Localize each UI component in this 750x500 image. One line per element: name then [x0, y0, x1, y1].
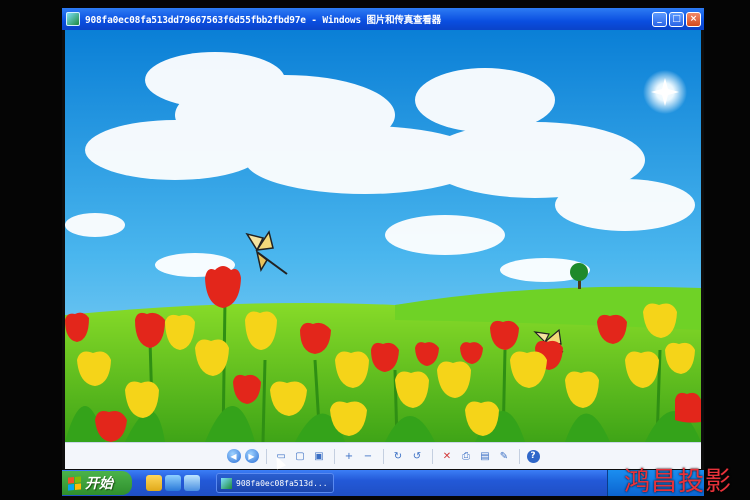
minimize-button[interactable]: _	[652, 11, 667, 27]
taskbar: 开始 908fa0ec08fa513d...	[62, 470, 704, 496]
viewer-toolbar: ◀ ▶ ▭ ▢ ▣ + − ↻ ↺ ✕ ⎙ ▤ ✎ ?	[65, 442, 701, 469]
delete-button[interactable]: ✕	[440, 449, 455, 464]
save-button[interactable]: ▤	[478, 449, 493, 464]
toolbar-divider	[431, 448, 433, 464]
start-label: 开始	[85, 476, 113, 492]
taskbar-item-image-viewer[interactable]: 908fa0ec08fa513d...	[216, 473, 334, 493]
image-display-area[interactable]	[65, 30, 701, 442]
zoom-out-button[interactable]: −	[361, 449, 376, 464]
taskbar-item-label: 908fa0ec08fa513d...	[236, 478, 328, 488]
start-button[interactable]: 开始	[62, 471, 132, 495]
edit-button[interactable]: ✎	[497, 449, 512, 464]
rotate-counterclockwise-button[interactable]: ↺	[410, 449, 425, 464]
windows-flag-icon	[68, 475, 81, 491]
folder-icon[interactable]	[146, 475, 162, 491]
help-button[interactable]: ?	[526, 449, 540, 463]
toolbar-divider	[333, 448, 335, 464]
toolbar-divider	[518, 448, 520, 464]
maximize-button[interactable]: □	[669, 11, 684, 27]
image-viewer-icon	[221, 477, 232, 489]
window-title: 908fa0ec08fa513dd79667563f6d55fbb2fbd97e…	[85, 15, 441, 26]
browser-icon[interactable]	[165, 475, 181, 491]
tulip-field-image	[65, 30, 701, 442]
close-button[interactable]: ×	[686, 11, 701, 27]
image-viewer-icon	[66, 12, 80, 26]
slideshow-button[interactable]: ▣	[312, 449, 327, 464]
print-button[interactable]: ⎙	[459, 449, 474, 464]
zoom-in-button[interactable]: +	[342, 449, 357, 464]
projected-screen: 908fa0ec08fa513dd79667563f6d55fbb2fbd97e…	[62, 8, 704, 496]
next-image-button[interactable]: ▶	[244, 449, 259, 463]
quick-launch	[146, 475, 200, 491]
watermark-text: 鸿昌投影	[623, 467, 732, 497]
toolbar-divider	[265, 448, 267, 464]
rotate-clockwise-button[interactable]: ↻	[391, 449, 406, 464]
media-icon[interactable]	[184, 475, 200, 491]
window-titlebar[interactable]: 908fa0ec08fa513dd79667563f6d55fbb2fbd97e…	[62, 8, 704, 30]
actual-size-button[interactable]: ▢	[293, 449, 308, 464]
toolbar-divider	[382, 448, 384, 464]
previous-image-button[interactable]: ◀	[226, 449, 241, 463]
